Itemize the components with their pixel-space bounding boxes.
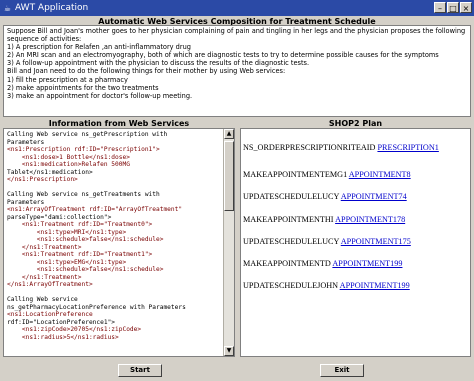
vertical-scrollbar[interactable]: ▲ ▼	[223, 129, 234, 356]
description-line: 3) A follow-up appointment with the phys…	[7, 59, 310, 68]
scroll-thumb[interactable]	[224, 141, 234, 211]
log-line: <ns1:Treatment rdf:ID="Treatment1">	[7, 251, 153, 258]
log-line: Parameters	[7, 138, 45, 146]
description-line: 2) make appointments for the two treatme…	[7, 83, 159, 92]
log-line: <ns1:zipCode>20705</ns1:zipCode>	[7, 326, 142, 333]
plan-step: MAKEAPPOINTMENTEMG1 APPOINTMENT8	[243, 170, 411, 179]
app-icon: ☕	[3, 3, 12, 13]
description-line: 1) A prescription for Relafen ,an anti-i…	[7, 43, 191, 52]
window-controls: – □ ×	[434, 2, 472, 13]
log-line: <ns1:medication>Relafen 500MG	[7, 161, 130, 168]
log-line: <ns1:dose>1 Bottle</ns1:dose>	[7, 153, 130, 161]
scroll-up-icon[interactable]: ▲	[224, 129, 234, 139]
description-line: 3) make an appointment for doctor's foll…	[7, 91, 193, 100]
description-text-area[interactable]: Suppose Bill and Joan's mother goes to h…	[3, 25, 471, 117]
log-line: <ns1:radius>5</ns1:radius>	[7, 333, 119, 341]
plan-link[interactable]: APPOINTMENT74	[341, 192, 407, 201]
plan-heading: SHOP2 Plan	[328, 119, 383, 128]
log-line: Tablet</ns1:medication>	[7, 168, 93, 176]
log-line: </ns1:Prescription>	[7, 176, 78, 183]
description-line: 2) An MRI scan and an electromyography, …	[7, 51, 439, 60]
log-line: ns_getPharmacyLocationPreference with Pa…	[7, 303, 186, 311]
scroll-down-icon[interactable]: ▼	[224, 346, 234, 356]
description-line: sequence of activities:	[7, 35, 82, 44]
web-services-output-area[interactable]: Calling Web service ns_getPrescription w…	[3, 128, 235, 357]
log-line: </ns1:Treatment>	[7, 243, 82, 251]
log-line: </ns1:Treatment>	[7, 273, 82, 281]
log-line: Calling Web service ns_getPrescription w…	[7, 131, 168, 138]
description-line: Bill and Joan need to do the following t…	[7, 67, 286, 76]
plan-step: UPDATESCHEDULELUCY APPOINTMENT175	[243, 237, 411, 246]
close-icon[interactable]: ×	[460, 2, 472, 13]
start-button[interactable]: Start	[118, 364, 162, 377]
web-services-heading: Information from Web Services	[48, 119, 190, 128]
description-line: Suppose Bill and Joan's mother goes to h…	[7, 27, 466, 35]
log-line: </ns1:ArrayOfTreatment>	[7, 281, 93, 288]
plan-action: MAKEAPPOINTMENTEMG1	[243, 170, 349, 179]
log-line: <ns1:type>MRI</ns1:type>	[7, 228, 127, 236]
web-services-log: Calling Web service ns_getPrescription w…	[4, 129, 234, 343]
plan-step: UPDATESCHEDULELUCY APPOINTMENT74	[243, 192, 407, 201]
plan-action: MAKEAPPOINTMENTHI	[243, 215, 336, 224]
plan-action: MAKEAPPOINTMENTD	[243, 259, 333, 268]
plan-step: MAKEAPPOINTMENTD APPOINTMENT199	[243, 259, 402, 268]
plan-action: UPDATESCHEDULEJOHN	[243, 281, 340, 290]
log-line: <ns1:LocationPreference	[7, 311, 93, 318]
plan-action: UPDATESCHEDULELUCY	[243, 192, 341, 201]
title-bar: ☕ AWT Application – □ ×	[0, 0, 474, 16]
plan-link[interactable]: APPOINTMENT175	[341, 237, 411, 246]
log-line: Calling Web service ns_getTreatments wit…	[7, 191, 160, 198]
log-line: <ns1:schedule>false</ns1:schedule>	[7, 266, 164, 273]
plan-link[interactable]: PRESCRIPTION1	[377, 143, 438, 152]
log-line: <ns1:Prescription rdf:ID="Prescription1"…	[7, 146, 160, 153]
log-line: <ns1:Treatment rdf:ID="Treatment0">	[7, 221, 153, 228]
log-line: rdf:ID="LocationPreference1">	[7, 318, 116, 326]
log-line: Parameters	[7, 198, 45, 206]
log-line: parseType="dami:collection">	[7, 213, 112, 221]
plan-step: UPDATESCHEDULEJOHN APPOINTMENT199	[243, 281, 410, 290]
log-line: <ns1:ArrayOfTreatment rdf:ID="ArrayOfTre…	[7, 206, 183, 213]
plan-link[interactable]: APPOINTMENT178	[335, 215, 405, 224]
log-line: <ns1:type>EMG</ns1:type>	[7, 258, 127, 266]
window-title: AWT Application	[15, 3, 89, 13]
exit-button[interactable]: Exit	[320, 364, 364, 377]
plan-link[interactable]: APPOINTMENT199	[340, 281, 410, 290]
shop2-plan-area: NS_ORDERPRESCRIPTIONRITEAID PRESCRIPTION…	[240, 128, 471, 357]
log-line: <ns1:schedule>false</ns1:schedule>	[7, 236, 164, 243]
plan-action: UPDATESCHEDULELUCY	[243, 237, 341, 246]
plan-action: NS_ORDERPRESCRIPTIONRITEAID	[243, 143, 378, 152]
plan-step: NS_ORDERPRESCRIPTIONRITEAID PRESCRIPTION…	[243, 143, 439, 152]
plan-link[interactable]: APPOINTMENT8	[349, 170, 411, 179]
plan-link[interactable]: APPOINTMENT199	[332, 259, 402, 268]
maximize-icon[interactable]: □	[447, 2, 459, 13]
log-line: Calling Web service	[7, 296, 78, 303]
plan-step: MAKEAPPOINTMENTHI APPOINTMENT178	[243, 215, 405, 224]
description-line: 1) fill the prescription at a pharmacy	[7, 75, 128, 84]
minimize-icon[interactable]: –	[434, 2, 446, 13]
